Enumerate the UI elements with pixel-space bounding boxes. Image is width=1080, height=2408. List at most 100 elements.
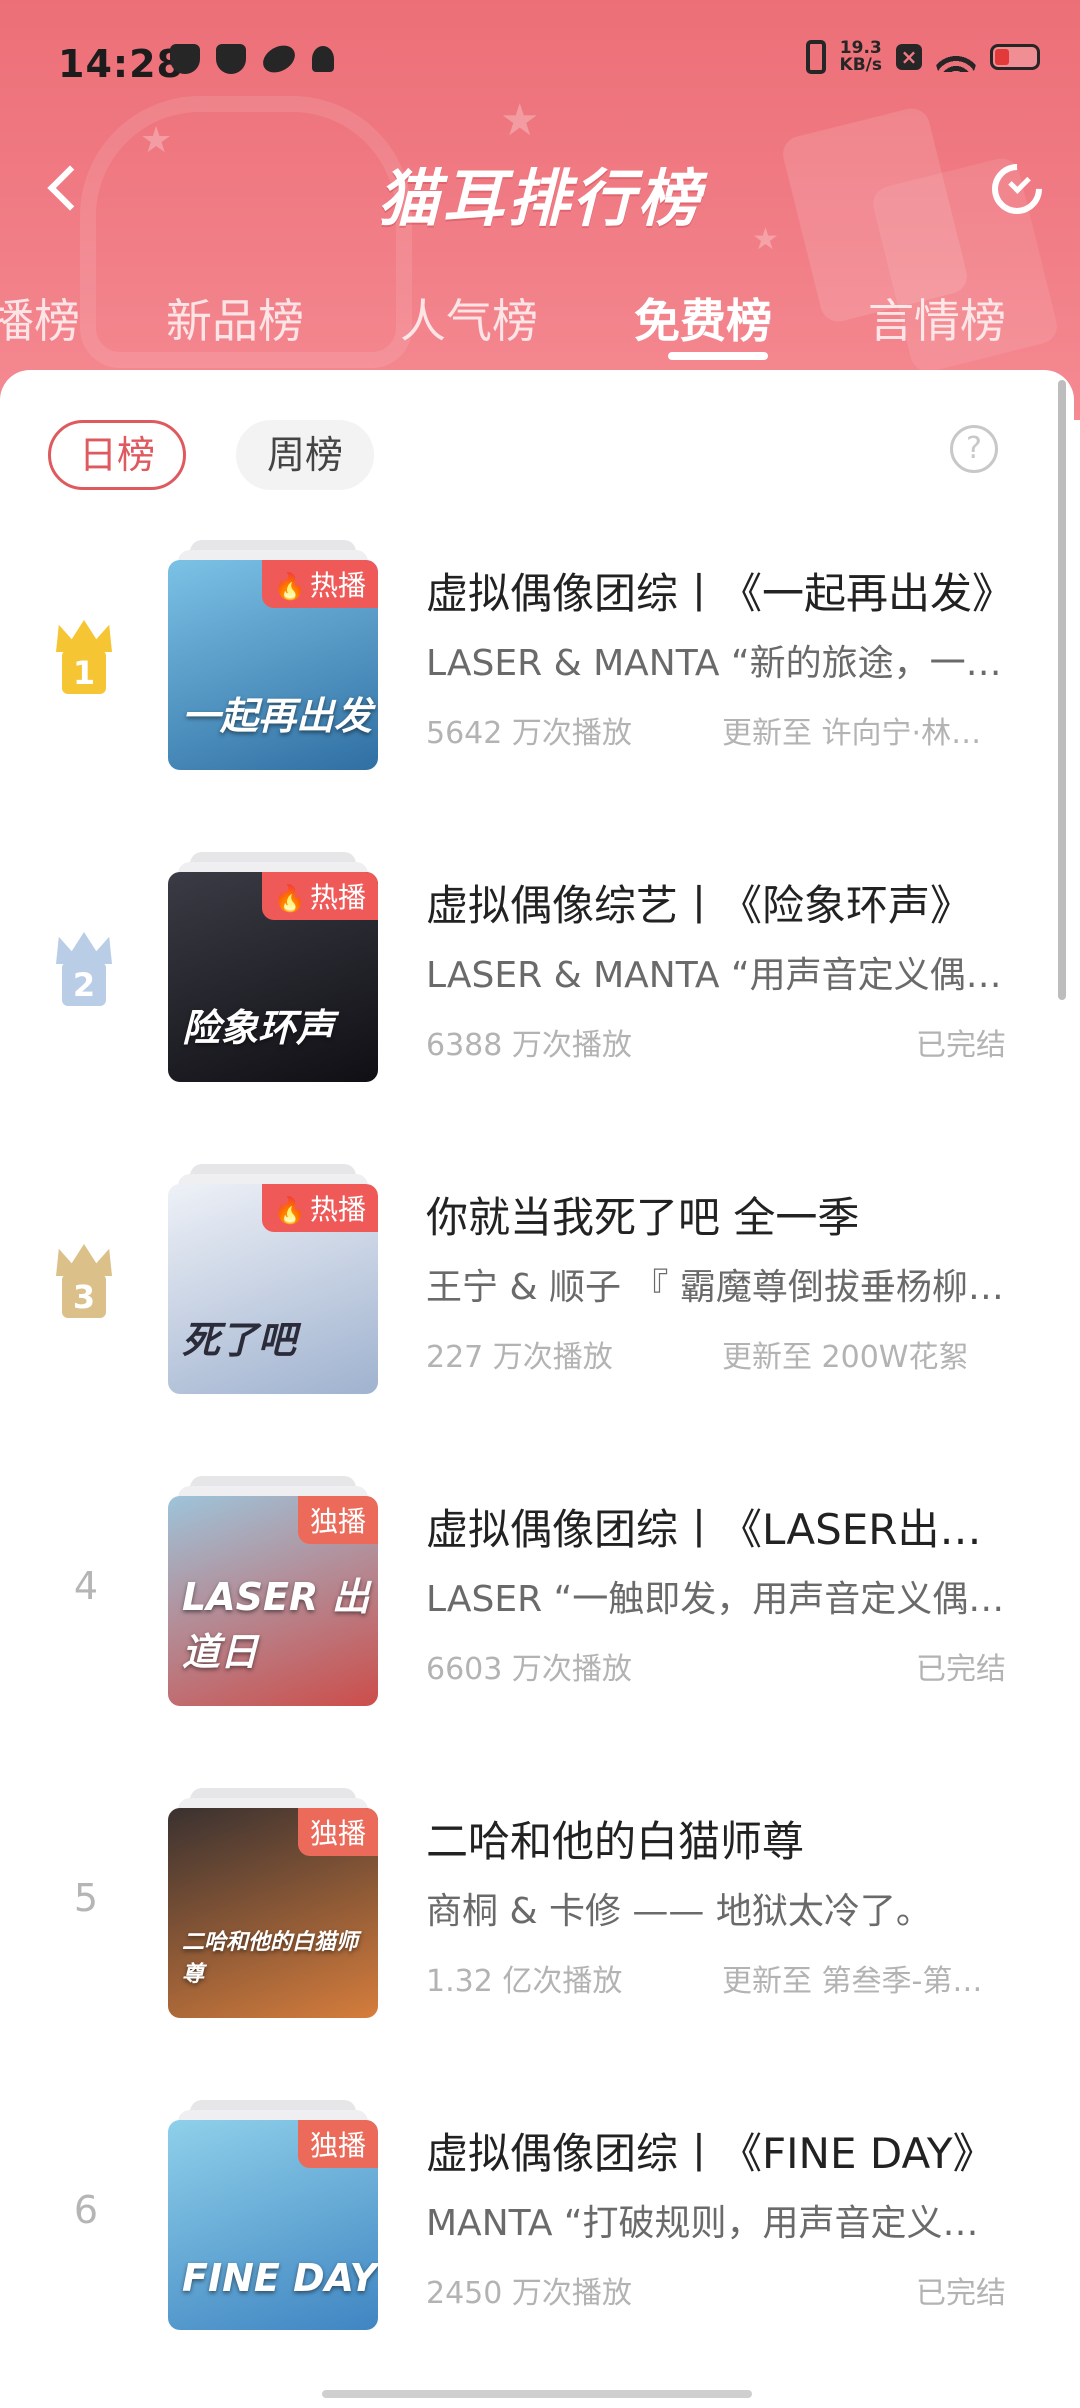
hot-tag: 🔥 热播 — [261, 1184, 378, 1232]
cover-title-text: LASER 出道日 — [182, 1575, 370, 1674]
cover-title-text: 死了吧 — [182, 1318, 297, 1362]
rank-number: 3 — [62, 1274, 106, 1318]
cover-image[interactable]: FINE DAY 独播 — [168, 2120, 378, 2330]
list-item[interactable]: 5 二哈和他的白猫师尊 独播 二哈和他的白猫师尊 商桐 & 卡修 —— 地狱太冷… — [0, 1778, 1074, 2018]
rank-number: 1 — [62, 650, 106, 694]
tab-popular-rank[interactable]: 人气榜 — [400, 285, 538, 351]
list-item[interactable]: 3 死了吧 🔥 热播 你就当我死了吧 全一季 王宁 & 顺子 『 霸魔尊倒拔垂杨柳… — [0, 1154, 1074, 1394]
active-tab-indicator — [668, 352, 768, 360]
crown-icon — [56, 620, 112, 652]
exclusive-tag: 独播 — [297, 2120, 378, 2168]
cover-wrap: 险象环声 🔥 热播 — [168, 842, 378, 1082]
fire-icon: 🔥 — [273, 1196, 306, 1226]
cover-title-text: 二哈和他的白猫师尊 — [182, 1930, 359, 1987]
list-item[interactable]: 6 FINE DAY 独播 虚拟偶像团综丨《FINE DAY》 MANTA “打… — [0, 2090, 1074, 2330]
daily-rank-button[interactable]: 日榜 — [48, 420, 187, 490]
period-switcher: 日榜 周榜 — [48, 420, 375, 490]
update-status: 更新至 第叁季-第一集 — [722, 1964, 984, 1999]
rank-number: 6 — [73, 2188, 99, 2232]
item-title[interactable]: 虚拟偶像团综丨《LASER出道日》 — [426, 1496, 1016, 1557]
refresh-button[interactable] — [986, 158, 1044, 216]
tab-new-rank[interactable]: 新品榜 — [166, 285, 304, 351]
item-description: LASER & MANTA “新的旅途，一起再出发” — [426, 643, 1006, 684]
battery-icon — [990, 44, 1040, 70]
cover-wrap: 二哈和他的白猫师尊 独播 — [168, 1778, 378, 2018]
update-status: 已完结 — [916, 1652, 1006, 1687]
page-title: 猫耳排行榜 — [377, 162, 703, 235]
update-status: 更新至 200W花絮 — [722, 1340, 969, 1375]
weekly-rank-button[interactable]: 周榜 — [236, 420, 375, 490]
tab-play-rank[interactable]: 播榜 — [0, 285, 80, 351]
tag-label: 热播 — [309, 881, 366, 914]
app-notification-icon — [216, 44, 246, 74]
item-description: 商桐 & 卡修 —— 地狱太冷了。 — [426, 1891, 932, 1932]
hot-tag: 🔥 热播 — [261, 560, 378, 608]
item-description: LASER & MANTA “用声音定义偶像” — [426, 955, 1006, 996]
bell-icon — [312, 46, 334, 72]
system-icons: 19.3 KB/s × — [805, 40, 1040, 74]
cover-image[interactable]: LASER 出道日 独播 — [168, 1496, 378, 1706]
notification-icons — [170, 40, 334, 78]
play-count: 6388 万次播放 — [426, 1028, 632, 1063]
update-status: 已完结 — [916, 2276, 1006, 2311]
update-status: 更新至 许向宁·林逾期 — [722, 716, 984, 751]
network-speed-unit: KB/s — [839, 55, 882, 75]
cover-title-text: 一起再出发 — [182, 694, 373, 738]
item-title[interactable]: 虚拟偶像团综丨《FINE DAY》 — [426, 2120, 1016, 2181]
cover-wrap: 死了吧 🔥 热播 — [168, 1154, 378, 1394]
exclusive-tag: 独播 — [297, 1496, 378, 1544]
crown-icon — [56, 932, 112, 964]
exclusive-tag: 独播 — [297, 1808, 378, 1856]
cover-title-text: FINE DAY — [182, 2256, 378, 2300]
rank-badge: 3 — [56, 1244, 112, 1324]
help-icon[interactable]: ? — [950, 425, 998, 473]
list-item[interactable]: 4 LASER 出道日 独播 虚拟偶像团综丨《LASER出道日》 LASER “… — [0, 1466, 1074, 1706]
cover-image[interactable]: 死了吧 🔥 热播 — [168, 1184, 378, 1394]
item-description: 王宁 & 顺子 『 霸魔尊倒拔垂杨柳 』 — [426, 1267, 1006, 1308]
play-count: 5642 万次播放 — [426, 716, 632, 751]
item-title[interactable]: 虚拟偶像综艺丨《险象环声》 — [426, 872, 1016, 933]
cover-wrap: FINE DAY 独播 — [168, 2090, 378, 2330]
wifi-icon — [936, 42, 976, 72]
status-bar: 14:28 19.3 KB/s × — [0, 0, 1080, 130]
play-count: 227 万次播放 — [426, 1340, 613, 1375]
item-description: LASER “一触即发，用声音定义偶像” — [426, 1579, 1006, 1620]
cover-wrap: LASER 出道日 独播 — [168, 1466, 378, 1706]
fire-icon: 🔥 — [273, 572, 306, 602]
update-status: 已完结 — [916, 1028, 1006, 1063]
tag-label: 热播 — [309, 569, 366, 602]
cover-title-text: 险象环声 — [182, 1006, 335, 1050]
item-title[interactable]: 你就当我死了吧 全一季 — [426, 1184, 1016, 1245]
ranking-tabs: 播榜 新品榜 人气榜 免费榜 言情榜 — [0, 285, 1080, 365]
play-count: 2450 万次播放 — [426, 2276, 632, 2311]
tab-romance-rank[interactable]: 言情榜 — [868, 285, 1006, 351]
rank-badge: 1 — [56, 620, 112, 700]
rank-number: 4 — [73, 1564, 99, 1608]
item-description: MANTA “打破规则，用声音定义偶像” — [426, 2203, 1006, 2244]
cover-image[interactable]: 险象环声 🔥 热播 — [168, 872, 378, 1082]
rank-badge: 2 — [56, 932, 112, 1012]
list-item[interactable]: 1 一起再出发 🔥 热播 虚拟偶像团综丨《一起再出发》 LASER & MANTA… — [0, 530, 1074, 770]
cover-image[interactable]: 二哈和他的白猫师尊 独播 — [168, 1808, 378, 2018]
cover-wrap: 一起再出发 🔥 热播 — [168, 530, 378, 770]
status-time: 14:28 — [58, 42, 184, 86]
item-title[interactable]: 虚拟偶像团综丨《一起再出发》 — [426, 560, 1016, 621]
link-icon — [258, 40, 300, 78]
tag-label: 热播 — [309, 1193, 366, 1226]
play-count: 6603 万次播放 — [426, 1652, 632, 1687]
home-indicator[interactable] — [322, 2390, 752, 2398]
hot-tag: 🔥 热播 — [261, 872, 378, 920]
play-count: 1.32 亿次播放 — [426, 1964, 623, 1999]
tab-free-rank[interactable]: 免费榜 — [634, 285, 772, 351]
crown-icon — [56, 1244, 112, 1276]
app-notification-icon — [170, 44, 200, 74]
vibrate-icon — [805, 40, 826, 74]
item-title[interactable]: 二哈和他的白猫师尊 — [426, 1808, 1016, 1869]
fire-icon: 🔥 — [273, 884, 306, 914]
x-app-icon: × — [896, 44, 922, 70]
top-bar: 猫耳排行榜 — [0, 130, 1080, 250]
rank-number: 2 — [62, 962, 106, 1006]
list-item[interactable]: 2 险象环声 🔥 热播 虚拟偶像综艺丨《险象环声》 LASER & MANTA “… — [0, 842, 1074, 1082]
cover-image[interactable]: 一起再出发 🔥 热播 — [168, 560, 378, 770]
network-speed: 19.3 KB/s — [840, 40, 882, 74]
